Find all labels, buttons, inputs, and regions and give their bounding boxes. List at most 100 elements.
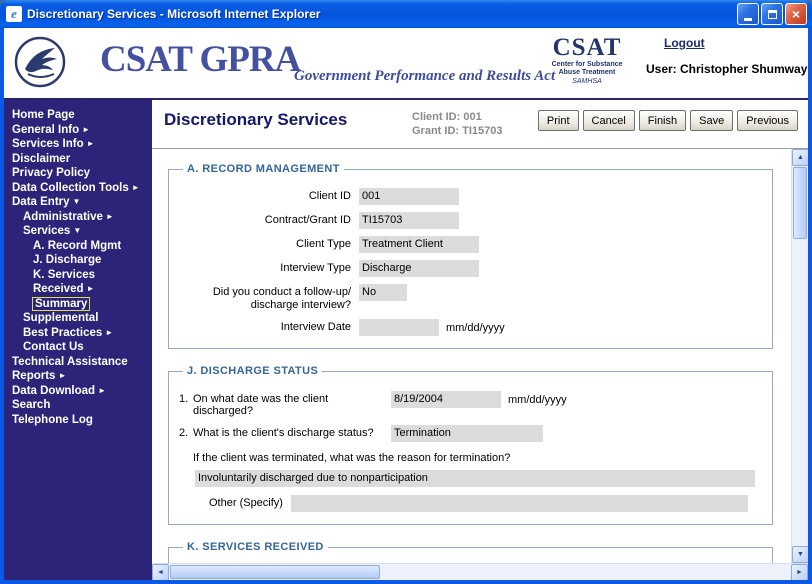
sidebar-item-summary[interactable]: Summary bbox=[10, 297, 149, 312]
sidebar-item-search[interactable]: Search bbox=[10, 398, 149, 413]
sidebar-item-k-services-received[interactable]: K. Services Received► bbox=[10, 268, 149, 297]
section-record-management: A. RECORD MANAGEMENT Client ID001Contrac… bbox=[168, 163, 773, 349]
close-button[interactable]: × bbox=[785, 3, 807, 25]
vertical-scrollbar[interactable]: ▲ ▼ bbox=[791, 149, 808, 563]
form-row-interview-type: Interview TypeDischarge bbox=[179, 260, 762, 277]
did-you-conduct-a-follow-up-discharge-interview-field[interactable]: No bbox=[359, 284, 407, 301]
sidebar-item-supplemental[interactable]: Supplemental bbox=[10, 311, 149, 326]
main-content: Discretionary Services Client ID: 001 Gr… bbox=[152, 100, 808, 580]
scroll-left-icon[interactable]: ◄ bbox=[152, 564, 169, 580]
finish-button[interactable]: Finish bbox=[639, 110, 686, 131]
sidebar-nav: Home Page General Info►Services Info►Disc… bbox=[10, 108, 149, 427]
sidebar-item-label: Telephone Log bbox=[12, 414, 93, 426]
field-label: Client Type bbox=[179, 236, 351, 251]
field-label: Contract/Grant ID bbox=[179, 212, 351, 227]
sidebar-item-j-discharge[interactable]: J. Discharge bbox=[10, 253, 149, 268]
contract-grant-id-field[interactable]: TI15703 bbox=[359, 212, 459, 229]
submenu-right-icon: ► bbox=[87, 139, 95, 148]
page-title: Discretionary Services bbox=[164, 110, 412, 130]
sidebar-item-label: Technical Assistance bbox=[12, 356, 128, 368]
scroll-down-icon[interactable]: ▼ bbox=[792, 546, 808, 563]
sidebar-item-label: Contact Us bbox=[23, 341, 84, 353]
client-type-field[interactable]: Treatment Client bbox=[359, 236, 479, 253]
question-number: 2. bbox=[179, 425, 193, 439]
submenu-right-icon: ► bbox=[105, 328, 113, 337]
internet-explorer-icon: e bbox=[6, 6, 22, 22]
horizontal-scrollbar[interactable]: ◄ ► bbox=[152, 563, 808, 580]
cancel-button[interactable]: Cancel bbox=[583, 110, 635, 131]
sidebar-item-privacy-policy[interactable]: Privacy Policy bbox=[10, 166, 149, 181]
sidebar-item-data-download[interactable]: Data Download► bbox=[10, 384, 149, 399]
maximize-icon bbox=[768, 10, 777, 19]
scroll-right-icon[interactable]: ► bbox=[791, 564, 808, 580]
maximize-button[interactable] bbox=[761, 3, 783, 25]
sidebar-item-reports[interactable]: Reports► bbox=[10, 369, 149, 384]
csat-logo: CSAT Center for Substance Abuse Treatmen… bbox=[541, 35, 633, 86]
sidebar-item-label: Search bbox=[12, 399, 50, 411]
other-specify-field[interactable] bbox=[291, 495, 748, 512]
sidebar-item-technical-assistance[interactable]: Technical Assistance bbox=[10, 355, 149, 370]
submenu-right-icon: ► bbox=[58, 371, 66, 380]
close-icon: × bbox=[792, 7, 800, 21]
submenu-right-icon: ► bbox=[82, 125, 90, 134]
sidebar-item-label: Supplemental bbox=[23, 312, 98, 324]
sidebar-item-telephone-log[interactable]: Telephone Log bbox=[10, 413, 149, 428]
horizontal-scroll-track[interactable] bbox=[381, 564, 791, 580]
minimize-icon bbox=[744, 18, 752, 21]
sidebar-item-label: Data Collection Tools bbox=[12, 182, 129, 194]
hhs-logo-icon bbox=[14, 36, 66, 88]
sidebar-item-label: Summary bbox=[33, 298, 89, 310]
termination-reason-field[interactable]: Involuntarily discharged due to nonparti… bbox=[195, 470, 755, 487]
content-viewport: A. RECORD MANAGEMENT Client ID001Contrac… bbox=[152, 149, 808, 563]
csat-logo-samhsa: SAMHSA bbox=[541, 77, 633, 86]
sidebar-item-home-page[interactable]: Home Page bbox=[10, 108, 149, 123]
sidebar-item-label: Services bbox=[23, 225, 70, 237]
other-specify-label: Other (Specify) bbox=[209, 495, 283, 509]
sidebar-item-a-record-mgmt[interactable]: A. Record Mgmt bbox=[10, 239, 149, 254]
sidebar-item-label: J. Discharge bbox=[33, 254, 101, 266]
save-button[interactable]: Save bbox=[690, 110, 733, 131]
horizontal-scroll-thumb[interactable] bbox=[170, 565, 380, 579]
interview-type-field[interactable]: Discharge bbox=[359, 260, 479, 277]
sidebar-item-general-info[interactable]: General Info► bbox=[10, 123, 149, 138]
form-row-interview-date: Interview Datemm/dd/yyyy bbox=[179, 319, 762, 336]
sidebar-item-disclaimer[interactable]: Disclaimer bbox=[10, 152, 149, 167]
print-button[interactable]: Print bbox=[538, 110, 579, 131]
scroll-up-icon[interactable]: ▲ bbox=[792, 149, 808, 166]
vertical-scroll-thumb[interactable] bbox=[793, 167, 807, 239]
sidebar-item-services-info[interactable]: Services Info► bbox=[10, 137, 149, 152]
sidebar-item-services[interactable]: Services▼ bbox=[10, 224, 149, 239]
browser-window: e Discretionary Services - Microsoft Int… bbox=[0, 0, 812, 584]
client-id-label: Client ID: 001 bbox=[412, 110, 538, 124]
question-text: On what date was the client discharged? bbox=[193, 391, 391, 417]
page: CSAT GPRA Government Performance and Res… bbox=[4, 28, 808, 580]
other-specify-row: Other (Specify) bbox=[209, 495, 762, 512]
sidebar-item-data-entry[interactable]: Data Entry▼ bbox=[10, 195, 149, 210]
brand-title: CSAT GPRA bbox=[100, 38, 300, 81]
section-discharge-status: J. DISCHARGE STATUS 1. On what date was … bbox=[168, 365, 773, 525]
previous-button[interactable]: Previous bbox=[737, 110, 798, 131]
section-k-legend: K. SERVICES RECEIVED bbox=[183, 541, 328, 553]
discharge-date-field[interactable]: 8/19/2004 bbox=[391, 391, 501, 408]
section-services-received: K. SERVICES RECEIVED bbox=[168, 541, 773, 563]
brand-tagline: Government Performance and Results Act bbox=[294, 68, 555, 85]
sidebar-item-best-practices[interactable]: Best Practices► bbox=[10, 326, 149, 341]
csat-logo-sub2: Abuse Treatment bbox=[541, 69, 633, 77]
sidebar-item-label: Administrative bbox=[23, 211, 103, 223]
sidebar-item-administrative[interactable]: Administrative► bbox=[10, 210, 149, 225]
sidebar-item-contact-us[interactable]: Contact Us bbox=[10, 340, 149, 355]
sidebar-item-label: Home Page bbox=[12, 109, 75, 121]
record-mgmt-rows: Client ID001Contract/Grant IDTI15703Clie… bbox=[179, 188, 762, 336]
minimize-button[interactable] bbox=[737, 3, 759, 25]
client-id-field[interactable]: 001 bbox=[359, 188, 459, 205]
discharge-status-field[interactable]: Termination bbox=[391, 425, 543, 442]
vertical-scroll-track[interactable] bbox=[792, 240, 808, 546]
logout-link[interactable]: Logout bbox=[664, 36, 705, 50]
chevron-down-icon: ▼ bbox=[73, 197, 81, 206]
interview-date-field[interactable] bbox=[359, 319, 439, 336]
termination-reason-prompt: If the client was terminated, what was t… bbox=[193, 452, 762, 464]
sidebar-item-label: Disclaimer bbox=[12, 153, 70, 165]
sidebar-item-data-collection-tools[interactable]: Data Collection Tools► bbox=[10, 181, 149, 196]
title-bar[interactable]: e Discretionary Services - Microsoft Int… bbox=[0, 0, 812, 28]
question-discharge-date: 1. On what date was the client discharge… bbox=[179, 391, 762, 417]
